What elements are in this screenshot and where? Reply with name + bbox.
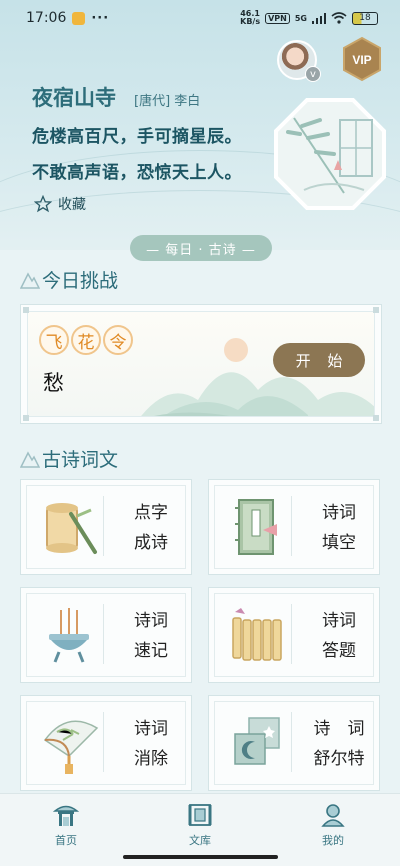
card-label: 诗词 填空 <box>322 503 356 553</box>
card-divider <box>291 604 292 664</box>
status-bar: 17:06 ··· 46.1 KB/s VPN 5G 18 <box>0 0 400 36</box>
feihualing-char: 飞 <box>39 325 69 355</box>
nav-label: 首页 <box>55 834 77 847</box>
card-shici-tiankong[interactable]: 诗词 填空 <box>208 479 380 575</box>
folding-fan-icon <box>43 720 99 774</box>
favorite-label: 收藏 <box>58 197 86 213</box>
feihualing-char: 花 <box>71 325 101 355</box>
nav-label: 文库 <box>189 834 211 847</box>
card-divider <box>103 496 104 556</box>
card-label: 诗词 答题 <box>322 611 356 661</box>
nav-item-profile[interactable]: 我的 <box>303 802 363 848</box>
nav-item-library[interactable]: 文库 <box>170 802 230 848</box>
poem-line: 不敢高声语，恐惊天上人。 <box>32 163 242 183</box>
card-shici-suji[interactable]: 诗词 速记 <box>20 587 192 683</box>
network-speed: 46.1 KB/s <box>240 10 260 26</box>
more-dots: ··· <box>91 10 110 26</box>
wifi-icon <box>331 12 347 24</box>
profile-icon <box>321 804 345 827</box>
card-dianzi-chengshi[interactable]: 点字 成诗 <box>20 479 192 575</box>
card-corner <box>373 307 379 313</box>
moon-tiles-icon <box>234 717 280 765</box>
section-title-poems: 古诗词文 <box>20 445 118 472</box>
feihualing-title: 飞 花 令 <box>39 325 133 355</box>
daily-poem-pill: — 每日 · 古诗 — <box>130 235 272 261</box>
verified-badge: v <box>305 66 321 82</box>
book-icon <box>235 499 277 555</box>
pavilion-icon <box>53 805 79 826</box>
poem-title: 夜宿山寺 <box>32 86 116 110</box>
poem-line: 危楼高百尺，手可摘星辰。 <box>32 127 242 147</box>
bamboo-window-art <box>274 98 386 210</box>
battery-icon: 18 <box>352 11 378 25</box>
mountain-icon <box>20 271 40 289</box>
section-title-text: 古诗词文 <box>42 449 119 471</box>
card-label: 诗词 消除 <box>134 719 168 769</box>
card-divider <box>291 496 292 556</box>
card-divider <box>103 712 104 772</box>
poem-title-row: 夜宿山寺 [唐代] 李白 <box>32 82 200 112</box>
card-label: 诗词 速记 <box>134 611 168 661</box>
card-shici-datii[interactable]: 诗词 答题 <box>208 587 380 683</box>
vpn-badge: VPN <box>265 12 290 24</box>
start-button[interactable]: 开 始 <box>273 343 365 377</box>
section-title-challenge: 今日挑战 <box>20 266 118 293</box>
signal-5g: 5G <box>294 13 307 23</box>
challenge-word: 愁 <box>43 371 64 395</box>
home-indicator[interactable] <box>123 855 278 859</box>
status-time: 17:06 <box>26 10 67 26</box>
vip-label: VIP <box>352 53 371 67</box>
card-label: 诗 词 舒尔特 <box>313 719 365 769</box>
signal-bars-icon <box>312 12 326 24</box>
network-speed-unit: KB/s <box>240 17 261 26</box>
section-title-text: 今日挑战 <box>42 270 119 292</box>
card-corner <box>23 415 29 421</box>
card-label: 点字 成诗 <box>134 503 168 553</box>
nav-item-home[interactable]: 首页 <box>36 802 96 848</box>
card-divider <box>291 712 292 772</box>
card-corner <box>23 307 29 313</box>
library-icon <box>188 804 212 826</box>
card-shici-xiaochu[interactable]: 诗词 消除 <box>20 695 192 791</box>
feihualing-char: 令 <box>103 325 133 355</box>
favorite-button[interactable]: 收藏 <box>34 194 86 214</box>
card-divider <box>103 604 104 664</box>
incense-burner-icon <box>49 608 89 663</box>
scroll-brush-icon <box>46 503 97 554</box>
challenge-card[interactable]: 飞 花 令 愁 开 始 <box>20 304 382 424</box>
mountain-icon <box>20 450 40 468</box>
star-icon <box>34 195 52 213</box>
bamboo-slips-icon <box>232 608 282 661</box>
notification-icon <box>72 11 86 25</box>
card-shici-shuerte[interactable]: 诗 词 舒尔特 <box>208 695 380 791</box>
vip-badge[interactable]: VIP <box>340 36 384 82</box>
nav-label: 我的 <box>322 834 344 847</box>
poem-author: [唐代] 李白 <box>134 94 201 109</box>
card-corner <box>373 415 379 421</box>
